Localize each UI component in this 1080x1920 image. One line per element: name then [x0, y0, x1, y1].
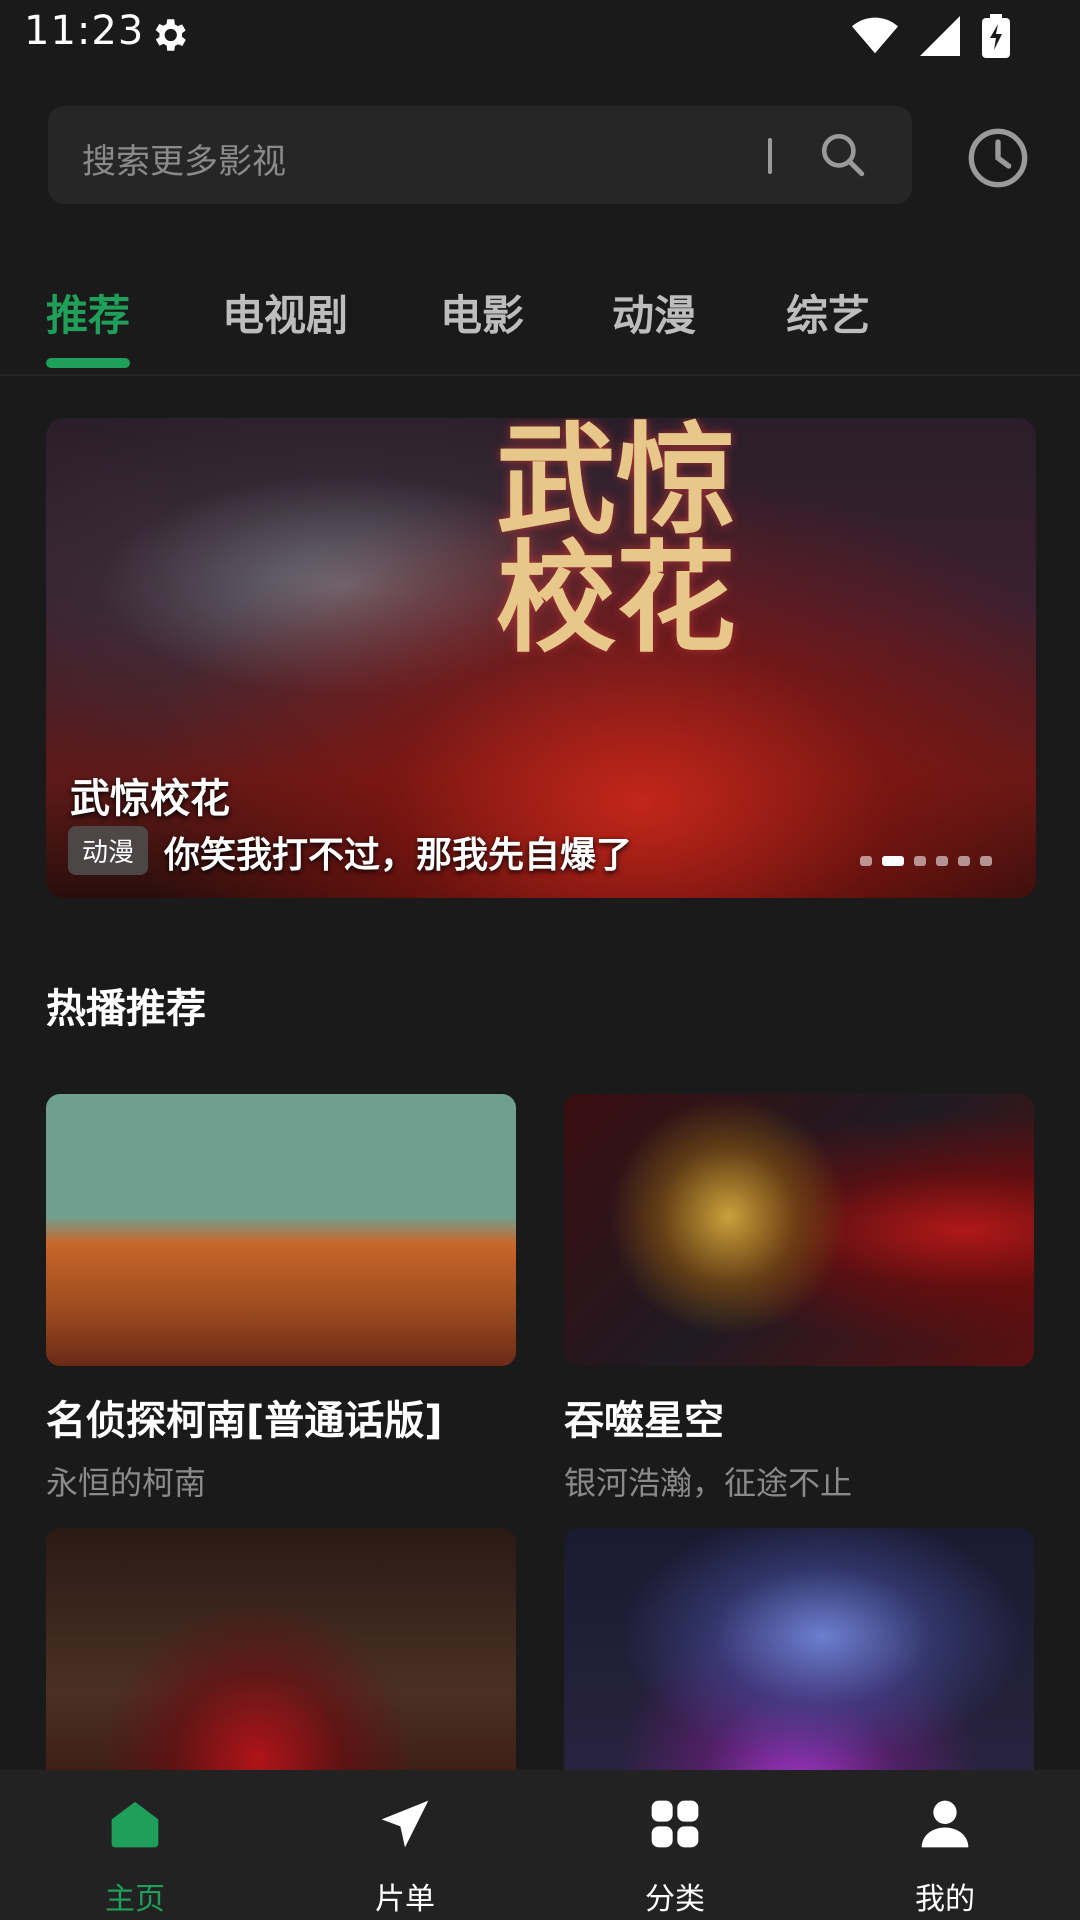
video-thumbnail[interactable]	[564, 1528, 1034, 1800]
video-title: 吞噬星空	[564, 1398, 724, 1444]
bottom-nav: 主页 片单 分类 我的	[0, 1770, 1080, 1920]
banner-dot-active[interactable]	[882, 856, 904, 866]
signal-icon	[920, 16, 960, 56]
banner-dot[interactable]	[936, 856, 948, 866]
home-icon	[111, 1801, 159, 1848]
gear-icon	[155, 19, 186, 51]
nav-categories[interactable]: 分类	[540, 1770, 810, 1920]
tab-anime[interactable]: 动漫	[612, 282, 696, 343]
category-tabs: 推荐 电视剧 电影 动漫 综艺	[0, 270, 1080, 376]
banner-dot[interactable]	[958, 856, 970, 866]
video-thumbnail[interactable]	[46, 1094, 516, 1366]
status-icons	[852, 14, 1010, 58]
video-card[interactable]: 名侦探柯南[普通话版] 永恒的柯南	[46, 1094, 516, 1504]
person-icon	[921, 1800, 969, 1848]
status-bar: 11:23	[0, 0, 1080, 70]
search-input[interactable]: 搜索更多影视	[48, 106, 912, 204]
video-subtitle: 永恒的柯南	[46, 1464, 207, 1502]
banner-category-badge: 动漫	[68, 826, 149, 875]
video-card[interactable]	[564, 1528, 1034, 1800]
nav-home[interactable]: 主页	[0, 1770, 270, 1920]
status-time: 11:23	[24, 8, 145, 54]
search-icon[interactable]	[818, 130, 868, 180]
search-placeholder: 搜索更多影视	[82, 142, 286, 182]
history-clock-icon[interactable]	[966, 126, 1030, 190]
video-title: 名侦探柯南[普通话版]	[46, 1398, 443, 1444]
video-card[interactable]: 吞噬星空 银河浩瀚，征途不止	[564, 1094, 1034, 1504]
banner-dot[interactable]	[980, 856, 992, 866]
banner-page-indicator	[860, 856, 992, 866]
featured-banner[interactable]: 武惊 校花 武惊校花 动漫 你笑我打不过，那我先自爆了	[46, 418, 1036, 898]
tab-tv-series[interactable]: 电视剧	[222, 282, 348, 343]
nav-playlist[interactable]: 片单	[270, 1770, 540, 1920]
tab-variety[interactable]: 综艺	[786, 282, 870, 343]
nav-profile-label: 我的	[915, 1882, 975, 1917]
wifi-icon	[852, 17, 898, 54]
banner-dot[interactable]	[914, 856, 926, 866]
video-thumbnail[interactable]	[46, 1528, 516, 1800]
tab-recommend[interactable]: 推荐	[46, 282, 130, 343]
nav-playlist-label: 片单	[375, 1882, 435, 1917]
search-divider	[768, 138, 772, 174]
banner-title: 武惊校花	[70, 776, 230, 822]
banner-art-calligraphy: 武惊 校花	[496, 418, 736, 669]
tab-indicator	[46, 358, 130, 368]
tab-movies[interactable]: 电影	[440, 282, 524, 343]
nav-profile[interactable]: 我的	[810, 1770, 1080, 1920]
banner-subtitle: 你笑我打不过，那我先自爆了	[164, 835, 633, 876]
section-title: 热播推荐	[46, 986, 206, 1032]
video-thumbnail[interactable]	[564, 1094, 1034, 1366]
banner-dot[interactable]	[860, 856, 872, 866]
video-card[interactable]	[46, 1528, 516, 1800]
paper-plane-icon	[381, 1800, 429, 1848]
nav-categories-label: 分类	[645, 1882, 705, 1917]
battery-icon	[982, 14, 1010, 58]
grid-icon	[651, 1800, 699, 1848]
video-subtitle: 银河浩瀚，征途不止	[564, 1464, 853, 1502]
nav-home-label: 主页	[105, 1882, 165, 1917]
